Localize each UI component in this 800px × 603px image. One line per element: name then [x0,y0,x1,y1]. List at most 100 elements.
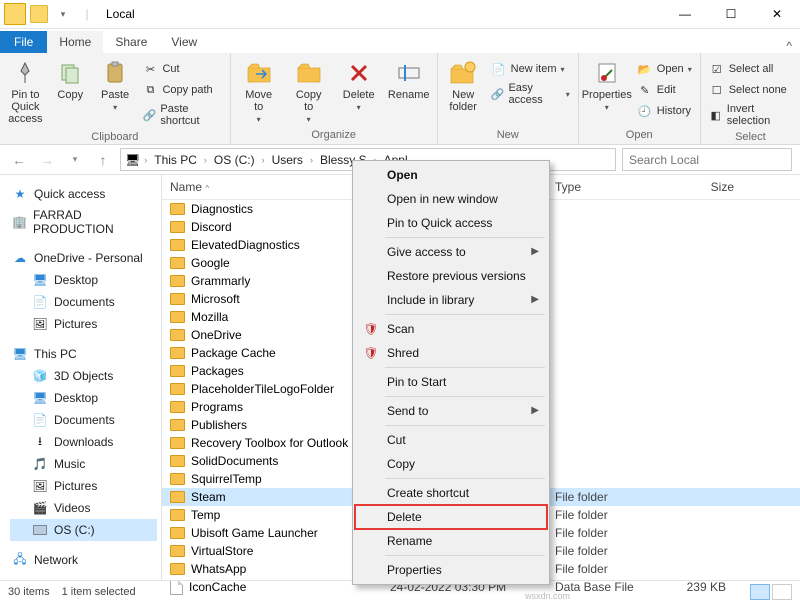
ribbon-tabs: File Home Share View ^ [0,29,800,53]
qat-dropdown-icon[interactable]: ▾ [52,3,74,25]
nav-videos[interactable]: 🎬Videos [10,497,157,519]
maximize-button[interactable]: ☐ [708,0,754,29]
file-type: File folder [547,526,662,540]
ctx-properties[interactable]: Properties [355,558,547,582]
minimize-button[interactable]: — [662,0,708,29]
pin-to-quick-access-button[interactable]: Pin to Quick access [6,55,45,125]
nav-network[interactable]: 🖧Network [10,549,157,571]
copy-path-button[interactable]: ⧉Copy path [140,80,223,100]
tab-share[interactable]: Share [103,31,159,53]
thumbnails-view-button[interactable] [772,584,792,600]
paste-button[interactable]: Paste▾ [96,55,135,112]
close-button[interactable]: ✕ [754,0,800,29]
col-name[interactable]: Name ^ [162,175,382,199]
window-title: Local [106,7,135,21]
invert-icon: ◧ [709,107,723,123]
ctx-shred[interactable]: 🛡Shred [355,341,547,365]
nav-farrad[interactable]: 🏢FARRAD PRODUCTION [10,205,157,239]
nav-onedrive[interactable]: ☁OneDrive - Personal [10,247,157,269]
search-input[interactable] [622,148,792,171]
ctx-pin-start[interactable]: Pin to Start [355,370,547,394]
file-name: Mozilla [191,310,228,324]
3d-icon: 🧊 [32,368,48,384]
folder-icon [170,491,185,503]
forward-button[interactable]: → [36,152,58,168]
folder-icon [170,563,185,575]
desktop-icon: 🖥 [32,390,48,406]
ctx-restore[interactable]: Restore previous versions [355,264,547,288]
videos-icon: 🎬 [32,500,48,516]
copy-to-button[interactable]: Copy to▾ [287,55,331,124]
details-view-button[interactable] [750,584,770,600]
file-name: ElevatedDiagnostics [191,238,300,252]
col-type[interactable]: Type [547,175,662,199]
nav-os-c[interactable]: OS (C:) [10,519,157,541]
rename-button[interactable]: Rename [387,55,431,101]
folder-icon [170,275,185,287]
shield-icon: 🛡 [363,321,379,337]
nav-music[interactable]: 🎵Music [10,453,157,475]
nav-pictures[interactable]: 🖼Pictures [10,475,157,497]
ctx-scan[interactable]: 🛡Scan [355,317,547,341]
col-size[interactable]: Size [662,175,742,199]
file-name: Temp [191,508,220,522]
nav-desktop[interactable]: 🖥Desktop [10,387,157,409]
nav-this-pc[interactable]: 🖥This PC [10,343,157,365]
select-none-icon: ☐ [709,82,725,98]
easy-access-button[interactable]: 🔗Easy access ▾ [489,80,572,108]
nav-onedrive-documents[interactable]: 📄Documents [10,291,157,313]
pictures-icon: 🖼 [32,316,48,332]
ribbon-collapse-icon[interactable]: ^ [786,39,800,53]
select-all-button[interactable]: ☑Select all [707,59,794,79]
back-button[interactable]: ← [8,152,30,168]
nav-3d-objects[interactable]: 🧊3D Objects [10,365,157,387]
nav-quick-access[interactable]: ★Quick access [10,183,157,205]
group-open: Properties▾ 📂Open ▾ ✎Edit 🕘History Open [579,53,701,144]
ctx-rename[interactable]: Rename [355,529,547,553]
ctx-new-window[interactable]: Open in new window [355,187,547,211]
ctx-give-access[interactable]: Give access to▶ [355,240,547,264]
group-label: Select [707,129,794,146]
ctx-create-shortcut[interactable]: Create shortcut [355,481,547,505]
file-type: File folder [547,508,662,522]
move-to-button[interactable]: Move to▾ [237,55,281,124]
group-new: New folder 📄New item ▾ 🔗Easy access ▾ Ne… [438,53,579,144]
crumb[interactable]: This PC [151,153,200,167]
ctx-include-library[interactable]: Include in library▶ [355,288,547,312]
history-button[interactable]: 🕘History [635,101,694,121]
ctx-cut[interactable]: Cut [355,428,547,452]
delete-button[interactable]: Delete▾ [337,55,381,112]
ctx-open[interactable]: Open [355,163,547,187]
pc-icon: 🖥 [12,346,28,362]
invert-selection-button[interactable]: ◧Invert selection [707,101,794,129]
up-button[interactable]: ↑ [92,152,114,168]
nav-onedrive-desktop[interactable]: 🖥Desktop [10,269,157,291]
ctx-send-to[interactable]: Send to▶ [355,399,547,423]
nav-onedrive-pictures[interactable]: 🖼Pictures [10,313,157,335]
ctx-delete[interactable]: Delete [354,504,548,530]
ctx-pin-quick[interactable]: Pin to Quick access [355,211,547,235]
tab-file[interactable]: File [0,31,47,53]
properties-button[interactable]: Properties▾ [585,55,629,112]
nav-downloads[interactable]: ⭳Downloads [10,431,157,453]
ctx-copy[interactable]: Copy [355,452,547,476]
file-name: OneDrive [191,328,242,342]
nav-documents[interactable]: 📄Documents [10,409,157,431]
open-icon: 📂 [637,61,653,77]
cut-button[interactable]: ✂Cut [140,59,223,79]
tab-home[interactable]: Home [47,31,103,53]
copy-button[interactable]: Copy [51,55,90,101]
open-button[interactable]: 📂Open ▾ [635,59,694,79]
folder-icon [170,509,185,521]
new-folder-button[interactable]: New folder [444,55,483,113]
folder-icon [170,527,185,539]
crumb[interactable]: Users [269,153,306,167]
crumb[interactable]: OS (C:) [211,153,258,167]
paste-shortcut-button[interactable]: 🔗Paste shortcut [140,101,223,129]
edit-button[interactable]: ✎Edit [635,80,694,100]
recent-dropdown[interactable]: ▾ [64,154,86,165]
new-item-button[interactable]: 📄New item ▾ [489,59,572,79]
qat-separator: | [76,3,98,25]
select-none-button[interactable]: ☐Select none [707,80,794,100]
tab-view[interactable]: View [159,31,209,53]
